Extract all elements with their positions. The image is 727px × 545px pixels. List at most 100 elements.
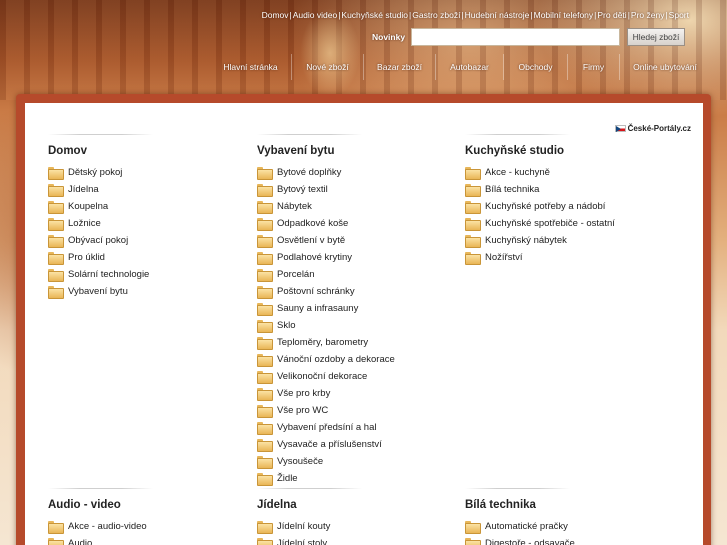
nav-item-bazar-zbozi[interactable]: Bazar zboží (363, 54, 435, 80)
category-list-item[interactable]: Jídelní kouty (257, 518, 457, 535)
category-list-item[interactable]: Akce - audio-video (48, 518, 248, 535)
category-list: Akce - kuchyně Bílá technika Kuchyňské pot… (465, 164, 665, 266)
category-list-item[interactable]: Porcelán (257, 266, 457, 283)
nav-item-online-ubytovani[interactable]: Online ubytování (619, 54, 710, 80)
top-link-sport[interactable]: Sport (669, 10, 689, 20)
top-link-pro-deti[interactable]: Pro děti (597, 10, 626, 20)
category-list-item-label: Koupelna (68, 201, 109, 212)
category-list-item[interactable]: Nábytek (257, 198, 457, 215)
folder-icon (257, 456, 273, 469)
lamp-glow-decoration (300, 8, 360, 98)
category-list-item[interactable]: Sklo (257, 317, 457, 334)
top-link-hudebni-nastroje[interactable]: Hudební nástroje (465, 10, 530, 20)
top-link-domov[interactable]: Domov (262, 10, 289, 20)
category-list-item[interactable]: Digestoře - odsavače (465, 535, 665, 545)
category-list-item[interactable]: Vysavače a příslušenství (257, 436, 457, 453)
category-title[interactable]: Bílá technika (465, 499, 665, 511)
category-list-item[interactable]: Bílá technika (465, 181, 665, 198)
nav-item-hlavni-stranka[interactable]: Hlavní stránka (210, 54, 291, 80)
divider (465, 488, 570, 489)
category-list-item[interactable]: Solární technologie (48, 266, 248, 283)
category-list: Bytové doplňky Bytový textil Nábytek Odpadk… (257, 164, 457, 487)
category-list-item[interactable]: Obývací pokoj (48, 232, 248, 249)
search-input[interactable] (411, 28, 620, 46)
category-list-item[interactable]: Vše pro krby (257, 385, 457, 402)
category-list-item[interactable]: Osvětlení v bytě (257, 232, 457, 249)
category-list-item[interactable]: Bytový textil (257, 181, 457, 198)
category-list-item-label: Nábytek (277, 201, 312, 212)
folder-icon (257, 388, 273, 401)
category-list-item[interactable]: Nožířství (465, 249, 665, 266)
category-list-item-label: Jídelní stoly (277, 538, 328, 545)
category-list-item[interactable]: Akce - kuchyně (465, 164, 665, 181)
category-title[interactable]: Vybavení bytu (257, 145, 457, 157)
top-link-kuchynske-studio[interactable]: Kuchyňské studio (341, 10, 408, 20)
category-list-item[interactable]: Automatické pračky (465, 518, 665, 535)
category-list-item[interactable]: Audio (48, 535, 248, 545)
category-list-item[interactable]: Kuchyňský nábytek (465, 232, 665, 249)
top-link-audio-video[interactable]: Audio video (293, 10, 337, 20)
nav-item-autobazar[interactable]: Autobazar (435, 54, 503, 80)
category-list-item-label: Vánoční ozdoby a dekorace (277, 354, 395, 365)
nav-item-nove-zbozi[interactable]: Nové zboží (291, 54, 363, 80)
folder-icon (257, 269, 273, 282)
folder-icon (465, 201, 481, 214)
category-list-item[interactable]: Kuchyňské spotřebiče - ostatní (465, 215, 665, 232)
category-list-item-label: Židle (277, 473, 298, 484)
folder-icon (465, 218, 481, 231)
category-list-item[interactable]: Bytové doplňky (257, 164, 457, 181)
category-list-item-label: Nožířství (485, 252, 523, 263)
folder-icon (48, 218, 64, 231)
category-list-item[interactable]: Pro úklid (48, 249, 248, 266)
category-title[interactable]: Jídelna (257, 499, 457, 511)
folder-icon (257, 235, 273, 248)
category-list-item[interactable]: Vybavení bytu (48, 283, 248, 300)
category-domov: Domov Dětský pokoj Jídelna Koupelna Ložnice… (48, 134, 248, 300)
category-list-item[interactable]: Vybavení předsíní a hal (257, 419, 457, 436)
category-list-item[interactable]: Velikonoční dekorace (257, 368, 457, 385)
category-list-item[interactable]: Ložnice (48, 215, 248, 232)
category-list-item[interactable]: Podlahové krytiny (257, 249, 457, 266)
category-list-item[interactable]: Odpadkové koše (257, 215, 457, 232)
category-list-item-label: Vše pro WC (277, 405, 329, 416)
folder-icon (465, 184, 481, 197)
category-list-item[interactable]: Dětský pokoj (48, 164, 248, 181)
category-list-item-label: Akce - kuchyně (485, 167, 550, 178)
category-list-item[interactable]: Poštovní schránky (257, 283, 457, 300)
category-list-item[interactable]: Vánoční ozdoby a dekorace (257, 351, 457, 368)
folder-icon (48, 286, 64, 299)
top-link-pro-zeny[interactable]: Pro ženy (631, 10, 665, 20)
category-list-item[interactable]: Teploměry, barometry (257, 334, 457, 351)
category-list-item[interactable]: Jídelna (48, 181, 248, 198)
category-title[interactable]: Domov (48, 145, 248, 157)
portal-link-label: České-Portály.cz (627, 124, 691, 133)
portal-link[interactable]: České-Portály.cz (614, 124, 691, 133)
search-button[interactable]: Hledej zboží (627, 28, 685, 46)
category-list-item-label: Obývací pokoj (68, 235, 129, 246)
category-bila-technika: Bílá technika Automatické pračky Digestoř… (465, 488, 665, 545)
category-list-item-label: Odpadkové koše (277, 218, 349, 229)
category-list-item[interactable]: Jídelní stoly (257, 535, 457, 545)
category-list-item-label: Vybavení bytu (68, 286, 128, 297)
category-list-item[interactable]: Sauny a infrasauny (257, 300, 457, 317)
category-list-item-label: Bytové doplňky (277, 167, 342, 178)
category-list-item[interactable]: Vysoušeče (257, 453, 457, 470)
category-title[interactable]: Kuchyňské studio (465, 145, 665, 157)
category-list-item-label: Kuchyňský nábytek (485, 235, 567, 246)
category-list: Jídelní kouty Jídelní stoly (257, 518, 457, 545)
nav-item-firmy[interactable]: Firmy (567, 54, 619, 80)
nav-item-obchody[interactable]: Obchody (503, 54, 567, 80)
category-list-item[interactable]: Koupelna (48, 198, 248, 215)
category-list-item-label: Sauny a infrasauny (277, 303, 359, 314)
category-list-item[interactable]: Vše pro WC (257, 402, 457, 419)
category-list-item-label: Jídelna (68, 184, 99, 195)
folder-icon (257, 371, 273, 384)
category-list-item-label: Vysoušeče (277, 456, 324, 467)
folder-icon (257, 354, 273, 367)
category-list-item[interactable]: Kuchyňské potřeby a nádobí (465, 198, 665, 215)
category-title[interactable]: Audio - video (48, 499, 248, 511)
category-list-item[interactable]: Židle (257, 470, 457, 487)
category-list-item-label: Audio (68, 538, 93, 545)
top-link-gastro-zbozi[interactable]: Gastro zboží (412, 10, 460, 20)
top-link-mobilni-telefony[interactable]: Mobilní telefony (534, 10, 594, 20)
